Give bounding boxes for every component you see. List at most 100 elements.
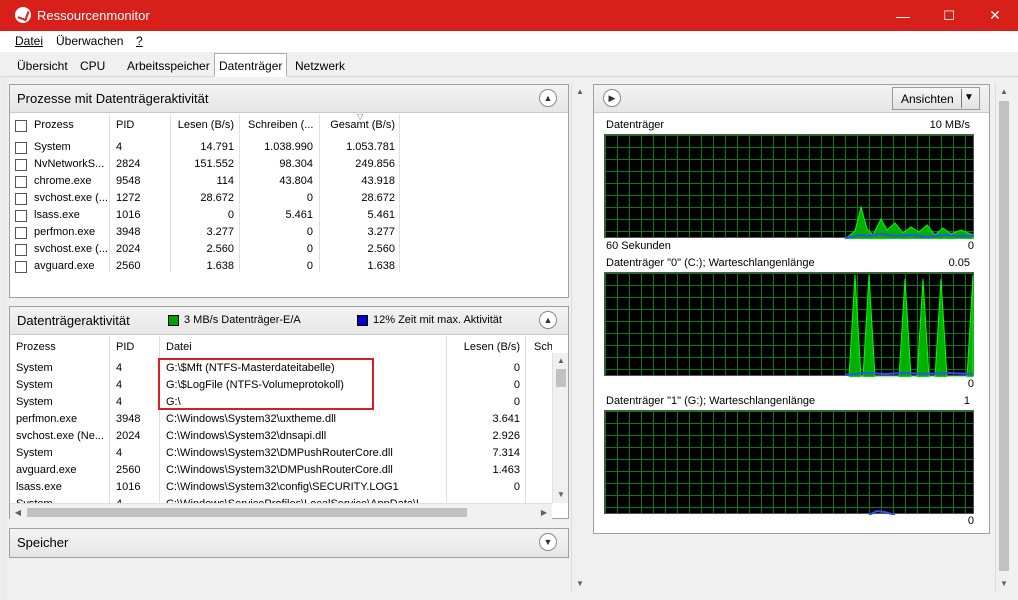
- col-prozess[interactable]: Prozess: [16, 341, 56, 353]
- process-name: System: [34, 141, 71, 153]
- minimize-button[interactable]: —: [880, 0, 926, 31]
- horizontal-scrollbar[interactable]: ◀ ▶: [10, 503, 552, 519]
- process-name: System: [16, 396, 53, 408]
- process-pid: 3948: [116, 413, 141, 425]
- total-bytes: 1.638: [367, 260, 395, 272]
- row-checkbox[interactable]: [15, 227, 27, 239]
- memory-panel[interactable]: Speicher ▼: [9, 528, 569, 558]
- scroll-up-icon[interactable]: ▲: [553, 353, 569, 367]
- hscroll-thumb[interactable]: [27, 508, 467, 517]
- vertical-scrollbar[interactable]: ▲ ▼: [552, 353, 568, 503]
- chevron-up-icon[interactable]: ▲: [539, 89, 557, 107]
- menu-datei[interactable]: Datei: [15, 34, 43, 48]
- table-row[interactable]: NvNetworkS... 2824 151.552 98.304 249.856: [10, 156, 405, 173]
- menu-ueberwachen[interactable]: Überwachen: [56, 34, 123, 48]
- table-row[interactable]: chrome.exe 9548 114 43.804 43.918: [10, 173, 405, 190]
- tab-netzwerk[interactable]: Netzwerk: [290, 55, 350, 76]
- col-lesen[interactable]: Lesen (B/s): [170, 119, 234, 131]
- list-item[interactable]: System 4 C:\Windows\ServiceProfiles\LocalS…: [10, 496, 552, 503]
- window-title: Ressourcenmonitor: [37, 8, 150, 23]
- scroll-thumb[interactable]: [556, 369, 566, 387]
- chevron-right-icon[interactable]: ▶: [603, 89, 621, 107]
- list-item[interactable]: svchost.exe (Ne... 2024 C:\Windows\System3…: [10, 428, 552, 445]
- table-row[interactable]: lsass.exe 1016 0 5.461 5.461: [10, 207, 405, 224]
- process-name: System: [16, 447, 53, 459]
- row-checkbox[interactable]: [15, 142, 27, 154]
- views-dropdown[interactable]: Ansichten ▼: [892, 87, 980, 110]
- process-pid: 1016: [116, 209, 141, 221]
- graph3-min: 0: [967, 515, 974, 527]
- col-pid[interactable]: PID: [116, 119, 134, 131]
- select-all-checkbox[interactable]: [15, 120, 27, 132]
- read-bytes: 3.277: [206, 226, 234, 238]
- disk-activity-panel: Datenträgeraktivität 3 MB/s Datenträger-…: [9, 306, 569, 519]
- app-icon: [15, 7, 31, 23]
- chevron-down-icon[interactable]: ▼: [539, 533, 557, 551]
- close-button[interactable]: ✕: [972, 0, 1018, 31]
- process-name: System: [16, 379, 53, 391]
- graph3-max: 1: [963, 395, 970, 407]
- scroll-up-icon[interactable]: ▲: [996, 85, 1012, 97]
- total-bytes: 43.918: [361, 175, 395, 187]
- tab-cpu[interactable]: CPU: [75, 55, 110, 76]
- row-checkbox[interactable]: [15, 261, 27, 273]
- left-pane-scrollbar[interactable]: ▲ ▼: [571, 83, 587, 593]
- table-row[interactable]: perfmon.exe 3948 3.277 0 3.277: [10, 224, 405, 241]
- graph1-time-label: 60 Sekunden: [606, 240, 671, 252]
- menu-help[interactable]: ?: [136, 34, 143, 48]
- table-row[interactable]: System 4 14.791 1.038.990 1.053.781: [10, 139, 405, 156]
- row-checkbox[interactable]: [15, 244, 27, 256]
- col-pid[interactable]: PID: [116, 341, 134, 353]
- row-checkbox[interactable]: [15, 210, 27, 222]
- process-name: NvNetworkS...: [34, 158, 105, 170]
- list-item[interactable]: perfmon.exe 3948 C:\Windows\System32\uxthe…: [10, 411, 552, 428]
- title-bar[interactable]: [0, 0, 1018, 31]
- scroll-left-icon[interactable]: ◀: [10, 504, 26, 520]
- scroll-down-icon[interactable]: ▼: [553, 487, 569, 501]
- list-item[interactable]: lsass.exe 1016 C:\Windows\System32\config\…: [10, 479, 552, 496]
- table-row[interactable]: svchost.exe (... 2024 2.560 0 2.560: [10, 241, 405, 258]
- read-bytes: 14.791: [200, 141, 234, 153]
- scroll-down-icon[interactable]: ▼: [572, 577, 588, 589]
- file-path: C:\Windows\System32\DMPushRouterCore.dll: [166, 447, 393, 459]
- io-legend-swatch: [168, 315, 179, 326]
- graph2-max: 0.05: [948, 257, 970, 269]
- tab-arbeitsspeicher[interactable]: Arbeitsspeicher: [122, 55, 215, 76]
- memory-panel-header[interactable]: Speicher ▼: [10, 529, 568, 557]
- write-bytes: 0: [306, 260, 313, 272]
- processes-panel-header[interactable]: Prozesse mit Datenträgeraktivität ▲: [10, 85, 568, 113]
- tab-uebersicht[interactable]: Übersicht: [12, 55, 73, 76]
- maximize-button[interactable]: ☐: [926, 0, 972, 31]
- process-pid: 1016: [116, 481, 141, 493]
- process-pid: 4: [116, 496, 122, 503]
- write-bytes: 0: [306, 226, 313, 238]
- col-schreiben[interactable]: Schreiben (...: [248, 119, 313, 131]
- right-pane-scrollbar[interactable]: ▲ ▼: [995, 83, 1011, 593]
- tab-datentraeger[interactable]: Datenträger: [214, 53, 288, 77]
- scroll-thumb[interactable]: [999, 101, 1009, 571]
- scroll-down-icon[interactable]: ▼: [996, 577, 1012, 589]
- disk-activity-header[interactable]: Datenträgeraktivität 3 MB/s Datenträger-…: [10, 307, 568, 335]
- table-row[interactable]: svchost.exe (... 1272 28.672 0 28.672: [10, 190, 405, 207]
- time-legend-swatch: [357, 315, 368, 326]
- process-pid: 4: [116, 396, 123, 408]
- col-lesen[interactable]: Lesen (B/s): [446, 341, 520, 353]
- row-checkbox[interactable]: [15, 176, 27, 188]
- list-item[interactable]: System 4 C:\Windows\System32\DMPushRouterC…: [10, 445, 552, 462]
- chevron-up-icon[interactable]: ▲: [539, 311, 557, 329]
- process-pid: 4: [116, 447, 123, 459]
- col-prozess[interactable]: Prozess: [34, 119, 74, 131]
- left-edge: [0, 77, 7, 600]
- row-checkbox[interactable]: [15, 159, 27, 171]
- scroll-right-icon[interactable]: ▶: [536, 504, 552, 520]
- row-checkbox[interactable]: [15, 193, 27, 205]
- col-datei[interactable]: Datei: [166, 341, 192, 353]
- file-path: C:\Windows\System32\config\SECURITY.LOG1: [166, 481, 399, 493]
- scroll-up-icon[interactable]: ▲: [572, 85, 588, 97]
- read-bytes: 151.552: [194, 158, 234, 170]
- list-item[interactable]: avguard.exe 2560 C:\Windows\System32\DMPus…: [10, 462, 552, 479]
- write-bytes: 0: [306, 243, 313, 255]
- table-row[interactable]: avguard.exe 2560 1.638 0 1.638: [10, 258, 405, 275]
- graph1-min: 0: [967, 240, 974, 252]
- col-schreiben[interactable]: Sch: [534, 341, 552, 353]
